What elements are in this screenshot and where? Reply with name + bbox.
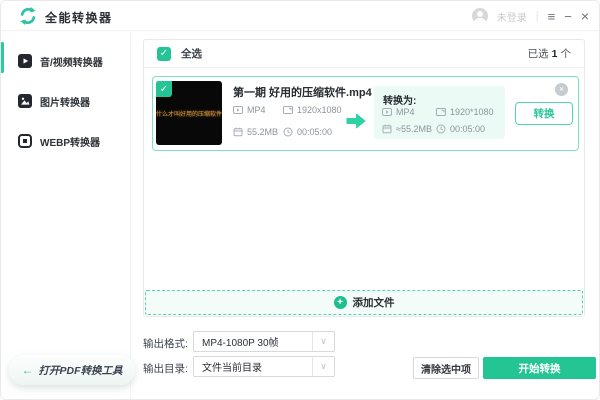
open-pdf-tool-button[interactable]: ← 打开PDF转换工具: [9, 355, 135, 385]
thumbnail-caption: 什么才叫好用的压缩软件: [156, 111, 222, 118]
convert-target-panel: 转换为: MP4 1920*1080 ≈55.2MB 00:05:00: [374, 86, 505, 139]
output-format-select[interactable]: MP4-1080P 30帧 ∨: [193, 331, 335, 352]
app-title: 全能转换器: [45, 11, 113, 25]
output-directory-label: 输出目录:: [143, 363, 188, 375]
remove-icon[interactable]: ×: [555, 83, 568, 96]
file-checkbox[interactable]: ✓: [156, 81, 172, 97]
convert-button[interactable]: 转换: [515, 102, 573, 125]
source-duration-value: 00:05:00: [297, 127, 333, 137]
source-format: MP4: [233, 105, 266, 115]
selected-unit: 个: [560, 48, 572, 60]
source-size: 55.2MB: [233, 127, 278, 137]
pdf-tool-label: 打开PDF转换工具: [38, 364, 123, 377]
select-all-checkbox[interactable]: ✓: [157, 46, 171, 61]
output-directory-value: 文件当前目录: [202, 363, 262, 374]
clear-selected-button[interactable]: 清除选中项: [413, 357, 479, 379]
selected-prefix: 已选: [527, 48, 549, 60]
video-converter-icon: [18, 54, 32, 68]
source-format-value: MP4: [247, 105, 266, 115]
plus-icon: +: [333, 296, 347, 309]
resolution-icon: [436, 108, 446, 116]
target-format: MP4: [382, 107, 415, 117]
selected-count: 已选 1 个: [528, 46, 571, 61]
sidebar-item-image-converter[interactable]: 图片转换器: [1, 81, 130, 121]
selected-number: 1: [551, 47, 558, 60]
close-icon[interactable]: ×: [581, 9, 589, 23]
start-convert-button[interactable]: 开始转换: [483, 357, 596, 379]
sidebar-item-av-converter[interactable]: 音/视频转换器: [1, 41, 130, 81]
sidebar-item-label: 图片转换器: [40, 97, 90, 109]
sidebar-item-webp-converter[interactable]: WEBP转换器: [1, 121, 130, 161]
duration-icon: [436, 124, 446, 134]
format-icon: [382, 108, 392, 116]
target-resolution: 1920*1080: [436, 107, 494, 117]
arrow-right-icon: [346, 113, 366, 129]
file-card: ✓ 什么才叫好用的压缩软件 第一期 好用的压缩软件.mp4 MP4 1920x1…: [152, 76, 579, 151]
target-format-value: MP4: [396, 107, 415, 117]
target-duration: 00:05:00: [436, 124, 485, 134]
source-size-value: 55.2MB: [247, 127, 279, 137]
resolution-icon: [283, 106, 293, 114]
filesize-icon: [233, 127, 243, 137]
file-name: 第一期 好用的压缩软件.mp4: [233, 87, 372, 99]
list-header: ✓ 全选 已选 1 个: [144, 40, 584, 68]
convert-to-label: 转换为:: [383, 96, 417, 107]
source-resolution: 1920x1080: [283, 105, 342, 115]
duration-icon: [283, 127, 293, 137]
image-converter-icon: [18, 94, 32, 108]
target-duration-value: 00:05:00: [450, 124, 486, 134]
checkbox-check-icon: ✓: [159, 83, 169, 95]
login-status[interactable]: 未登录: [497, 9, 527, 24]
chevron-down-icon: ∨: [312, 332, 334, 351]
webp-converter-icon: [18, 134, 32, 148]
filesize-icon: [382, 124, 392, 134]
output-directory-select[interactable]: 文件当前目录 ∨: [193, 356, 335, 377]
select-all-label: 全选: [181, 48, 202, 60]
sync-logo-icon: [20, 7, 36, 25]
source-duration: 00:05:00: [283, 127, 332, 137]
minimize-icon[interactable]: −: [564, 10, 572, 23]
output-format-label: 输出格式:: [143, 338, 188, 350]
app-window: 全能转换器 未登录 | ≡ − × 音/视频转换器 图片转换器 WEBP转换器 …: [0, 0, 600, 400]
titlebar-divider: |: [535, 10, 539, 22]
checkbox-check-icon: ✓: [159, 47, 169, 59]
sidebar-item-label: WEBP转换器: [40, 137, 100, 149]
file-list-panel: ✓ 全选 已选 1 个 ✓ 什么才叫好用的压缩软件 第一期 好用的压缩软件.mp…: [143, 39, 585, 317]
target-resolution-value: 1920*1080: [450, 107, 494, 117]
sidebar: 音/视频转换器 图片转换器 WEBP转换器 ← 打开PDF转换工具: [1, 32, 135, 399]
format-icon: [233, 106, 243, 114]
add-files-label: 添加文件: [352, 297, 395, 309]
sidebar-item-label: 音/视频转换器: [40, 57, 103, 69]
chevron-down-icon: ∨: [312, 357, 334, 376]
output-format-value: MP4-1080P 30帧: [202, 338, 279, 349]
remove-glyph: ×: [558, 84, 565, 94]
menu-icon[interactable]: ≡: [548, 10, 556, 23]
add-files-button[interactable]: + 添加文件: [145, 290, 583, 315]
titlebar: 全能转换器 未登录 | ≡ − ×: [1, 1, 599, 31]
target-size-value: ≈55.2MB: [396, 124, 432, 134]
target-size: ≈55.2MB: [382, 124, 432, 134]
back-arrow-icon: ←: [21, 363, 34, 377]
avatar-icon[interactable]: [471, 8, 488, 24]
source-resolution-value: 1920x1080: [297, 105, 342, 115]
